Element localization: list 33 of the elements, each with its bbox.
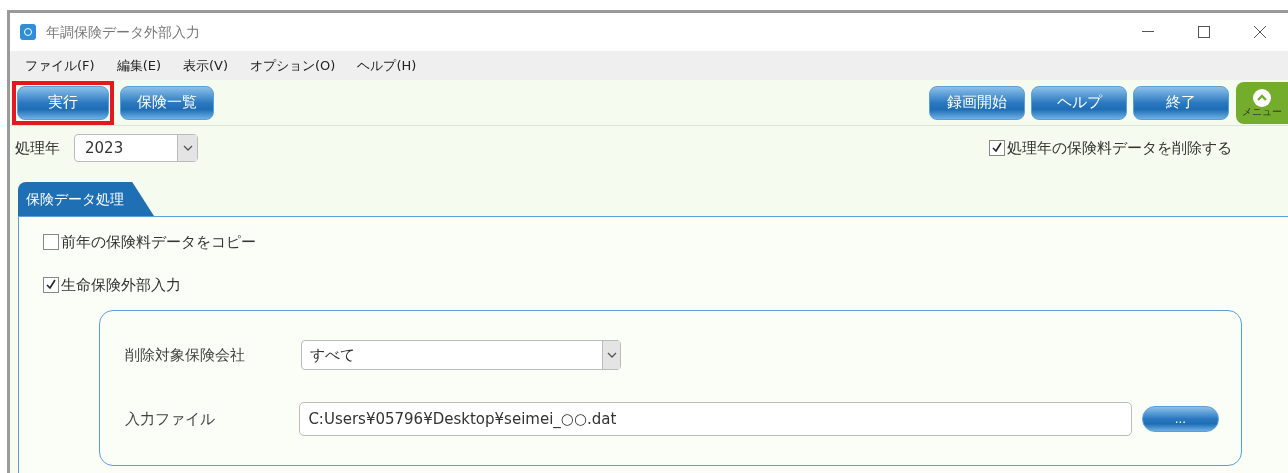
toolbar-button[interactable]: 保険一覧 [120,85,214,120]
window-title: 年調保険データ外部入力 [46,22,200,42]
menu-item[interactable]: オプション(O) [250,55,336,76]
menu-item[interactable]: 編集(E) [116,55,161,76]
menu-toggle-button[interactable]: メニュー [1236,81,1288,124]
checkbox[interactable] [43,234,59,251]
file-path-field[interactable]: C:Users¥05796¥Desktop¥seimei_○○.dat [299,402,1132,436]
option-checkbox[interactable]: 生命保険外部入力 [43,273,1242,296]
checkbox[interactable] [989,140,1005,156]
toolbar-button[interactable]: ヘルプ [1031,85,1127,120]
field-label: 入力ファイル [125,408,216,430]
chevron-up-icon [1253,88,1271,107]
app-icon [20,24,36,40]
menu-item[interactable]: ファイル(F) [25,55,95,76]
field-label: 削除対象保険会社 [125,344,246,366]
maximize-icon [1198,26,1210,38]
menu-item[interactable]: ヘルプ(H) [357,55,417,76]
field-label: 処理年 [15,137,60,159]
delete-option[interactable]: 処理年の保険料データを削除する [989,136,1232,160]
toolbar-button[interactable]: 実行 [17,85,109,120]
browse-button[interactable]: ... [1141,406,1219,432]
company-dropdown[interactable]: すべて [301,340,621,370]
menu-item[interactable]: 表示(V) [183,55,229,76]
toolbar-button[interactable]: 録画開始 [929,85,1025,120]
option-checkbox[interactable]: 前年の保険料データをコピー [43,231,1242,254]
caret-icon [606,351,617,359]
toolbar-button[interactable]: 終了 [1133,85,1229,120]
tab[interactable]: 保険データ処理 [18,182,154,216]
caret-icon [182,144,193,152]
minimize-icon [1142,31,1154,33]
year-dropdown[interactable]: 2023 [74,134,198,162]
checkbox[interactable] [43,276,59,293]
close-icon [1254,26,1266,38]
